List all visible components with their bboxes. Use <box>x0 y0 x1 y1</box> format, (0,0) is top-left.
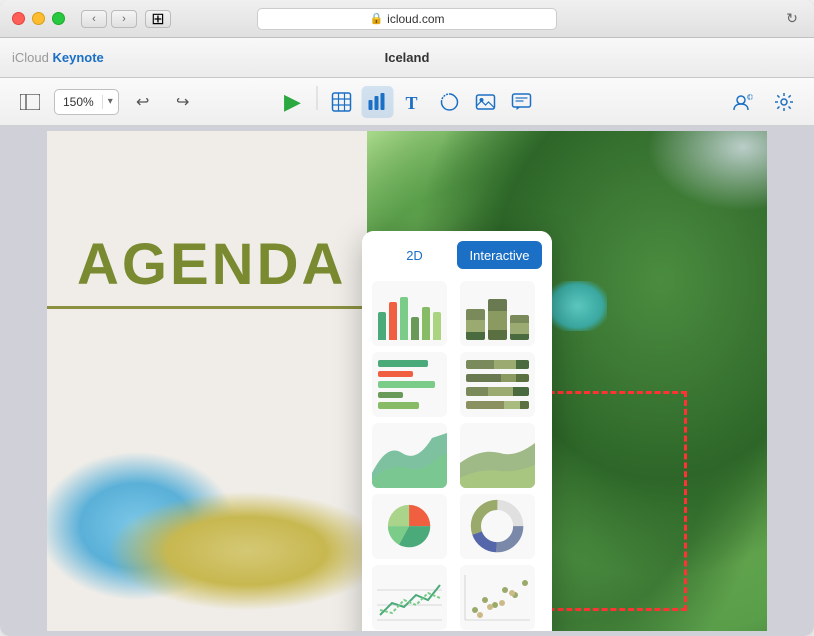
undo-button[interactable]: ↩ <box>127 86 159 118</box>
chart-type-area[interactable] <box>372 423 447 488</box>
chart-type-donut[interactable] <box>460 494 535 559</box>
lock-icon: 🔒 <box>369 12 383 25</box>
app-brand: iCloud Keynote <box>12 50 104 65</box>
toolbar: 150% ▾ ↩ ↪ ▶ T <box>0 78 814 126</box>
redo-button[interactable]: ↪ <box>167 86 199 118</box>
divider-1 <box>317 86 318 110</box>
chart-button[interactable] <box>362 86 394 118</box>
slide: AGENDA 2D Interactive <box>47 131 767 631</box>
reload-button[interactable]: ↻ <box>782 9 802 29</box>
collaborate-button[interactable]: + <box>728 86 760 118</box>
nav-buttons: ‹ › <box>81 10 137 28</box>
chart-type-pie[interactable] <box>372 494 447 559</box>
chart-type-grouped-bar[interactable] <box>372 281 447 346</box>
minimize-button[interactable] <box>32 12 45 25</box>
maximize-button[interactable] <box>52 12 65 25</box>
comment-button[interactable] <box>506 86 538 118</box>
traffic-lights <box>12 12 65 25</box>
url-bar[interactable]: 🔒 icloud.com <box>257 8 557 30</box>
media-button[interactable] <box>470 86 502 118</box>
back-button[interactable]: ‹ <box>81 10 107 28</box>
chart-type-horizontal-bar[interactable] <box>372 352 447 417</box>
app-name-label: Keynote <box>52 50 103 65</box>
chart-type-line[interactable] <box>372 565 447 630</box>
chart-type-tabs: 2D Interactive <box>362 231 552 275</box>
app-bar: iCloud Keynote Iceland <box>0 38 814 78</box>
zoom-label: 150% <box>55 95 103 109</box>
map-teal <box>547 281 607 331</box>
titlebar: ‹ › ⊞ 🔒 icloud.com ↻ <box>0 0 814 38</box>
sidebar-panel-button[interactable] <box>14 86 46 118</box>
agenda-heading: AGENDA <box>77 231 346 298</box>
chart-type-popup: 2D Interactive <box>362 231 552 631</box>
map-sand <box>107 491 387 611</box>
text-button[interactable]: T <box>398 86 430 118</box>
settings-button[interactable] <box>768 86 800 118</box>
slide-area: AGENDA 2D Interactive <box>0 126 814 636</box>
shape-button[interactable] <box>434 86 466 118</box>
tab-2d[interactable]: 2D <box>372 241 457 269</box>
map-ice <box>647 131 767 211</box>
close-button[interactable] <box>12 12 25 25</box>
forward-button[interactable]: › <box>111 10 137 28</box>
icloud-label: iCloud <box>12 50 49 65</box>
chart-type-stacked-area[interactable] <box>460 423 535 488</box>
toolbar-center: ▶ T <box>277 86 538 118</box>
sidebar-toggle[interactable]: ⊞ <box>145 10 171 28</box>
chart-type-stacked-bar[interactable] <box>460 281 535 346</box>
zoom-arrow[interactable]: ▾ <box>103 96 118 107</box>
url-text: icloud.com <box>387 12 444 26</box>
tab-interactive[interactable]: Interactive <box>457 241 542 269</box>
zoom-control[interactable]: 150% ▾ <box>54 89 119 115</box>
document-title: Iceland <box>385 50 430 65</box>
app-window: ‹ › ⊞ 🔒 icloud.com ↻ iCloud Keynote Icel… <box>0 0 814 636</box>
chart-grid <box>362 275 552 631</box>
play-button[interactable]: ▶ <box>277 86 309 118</box>
toolbar-right: + <box>728 86 800 118</box>
table-button[interactable] <box>326 86 358 118</box>
svg-text:T: T <box>406 93 418 112</box>
svg-text:+: + <box>748 92 753 102</box>
chart-type-scatter[interactable] <box>460 565 535 630</box>
chart-type-horizontal-stacked-bar[interactable] <box>460 352 535 417</box>
